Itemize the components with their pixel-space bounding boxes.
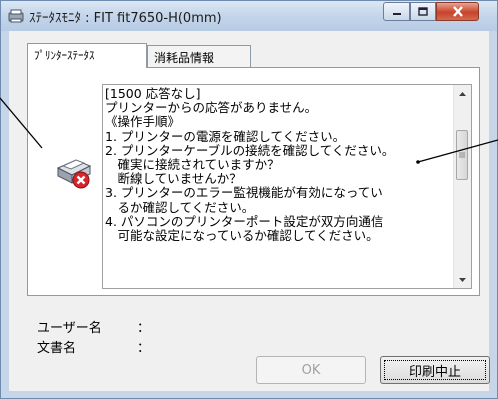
scroll-down-button[interactable]	[454, 271, 471, 288]
tab-printer-status[interactable]: ﾌﾟﾘﾝﾀｰｽﾃｰﾀｽ	[27, 43, 147, 68]
title-bar[interactable]: ｽﾃｰﾀｽﾓﾆﾀ : FIT fit7650-H(0mm)	[1, 1, 497, 31]
document-name-colon: ：	[137, 341, 151, 356]
window-title: ｽﾃｰﾀｽﾓﾆﾀ : FIT fit7650-H(0mm)	[29, 11, 222, 26]
maximize-icon	[418, 7, 428, 16]
status-message-text: [1500 応答なし] プリンターからの応答がありません。 《操作手順》 1. …	[105, 87, 451, 285]
close-icon	[452, 6, 463, 17]
scroll-down-icon	[459, 277, 466, 282]
printer-error-icon	[56, 159, 92, 189]
message-line: 2. プリンターケーブルの接続を確認してください。	[105, 142, 395, 158]
close-button[interactable]	[436, 2, 479, 21]
message-line: 1. プリンターの電源を確認してください。	[105, 128, 346, 144]
message-line: [1500 応答なし]	[105, 87, 201, 101]
scroll-thumb[interactable]	[456, 130, 468, 180]
document-name-label: 文書名	[37, 341, 77, 356]
cancel-print-button[interactable]: 印刷中止	[380, 356, 490, 384]
tab-consumables-label: 消耗品情報	[154, 51, 215, 65]
printer-status-panel: [1500 応答なし] プリンターからの応答がありません。 《操作手順》 1. …	[27, 67, 480, 296]
message-line: 3. プリンターのエラー監視機能が有効になってい	[105, 185, 383, 201]
message-line: るか確認してください。	[105, 199, 255, 215]
minimize-icon	[392, 12, 401, 15]
scroll-up-icon	[459, 91, 466, 96]
vertical-scrollbar[interactable]	[453, 85, 471, 288]
ok-button-label: OK	[301, 362, 321, 378]
message-line: プリンターからの応答がありません。	[105, 100, 318, 116]
ok-button[interactable]: OK	[256, 356, 366, 384]
message-line: 4. パソコンのプリンターポート設定が双方向通信	[105, 213, 384, 229]
message-line: 可能な設定になっているか確認してください。	[105, 228, 379, 244]
user-name-colon: ：	[137, 321, 151, 336]
message-line: 確実に接続されていますか？	[105, 157, 280, 173]
user-name-label: ユーザー名	[37, 321, 102, 336]
tab-consumables[interactable]: 消耗品情報	[147, 45, 251, 67]
minimize-button[interactable]	[383, 2, 410, 21]
scroll-grip-icon	[459, 152, 465, 158]
dialog-body: ﾌﾟﾘﾝﾀｰｽﾃｰﾀｽ 消耗品情報 [1500 応答なし] プリンターからの応答…	[9, 31, 490, 391]
status-monitor-window: ｽﾃｰﾀｽﾓﾆﾀ : FIT fit7650-H(0mm) ﾌﾟﾘﾝﾀｰｽﾃｰﾀ…	[0, 0, 498, 399]
maximize-button[interactable]	[410, 2, 436, 21]
message-line: 断線していませんか？	[105, 171, 242, 187]
scroll-up-button[interactable]	[454, 85, 471, 102]
status-message-box[interactable]: [1500 応答なし] プリンターからの応答がありません。 《操作手順》 1. …	[102, 84, 472, 289]
focus-ring	[384, 360, 486, 380]
app-icon	[8, 9, 24, 23]
tab-printer-status-label: ﾌﾟﾘﾝﾀｰｽﾃｰﾀｽ	[34, 49, 95, 62]
message-line: 《操作手順》	[105, 114, 181, 130]
